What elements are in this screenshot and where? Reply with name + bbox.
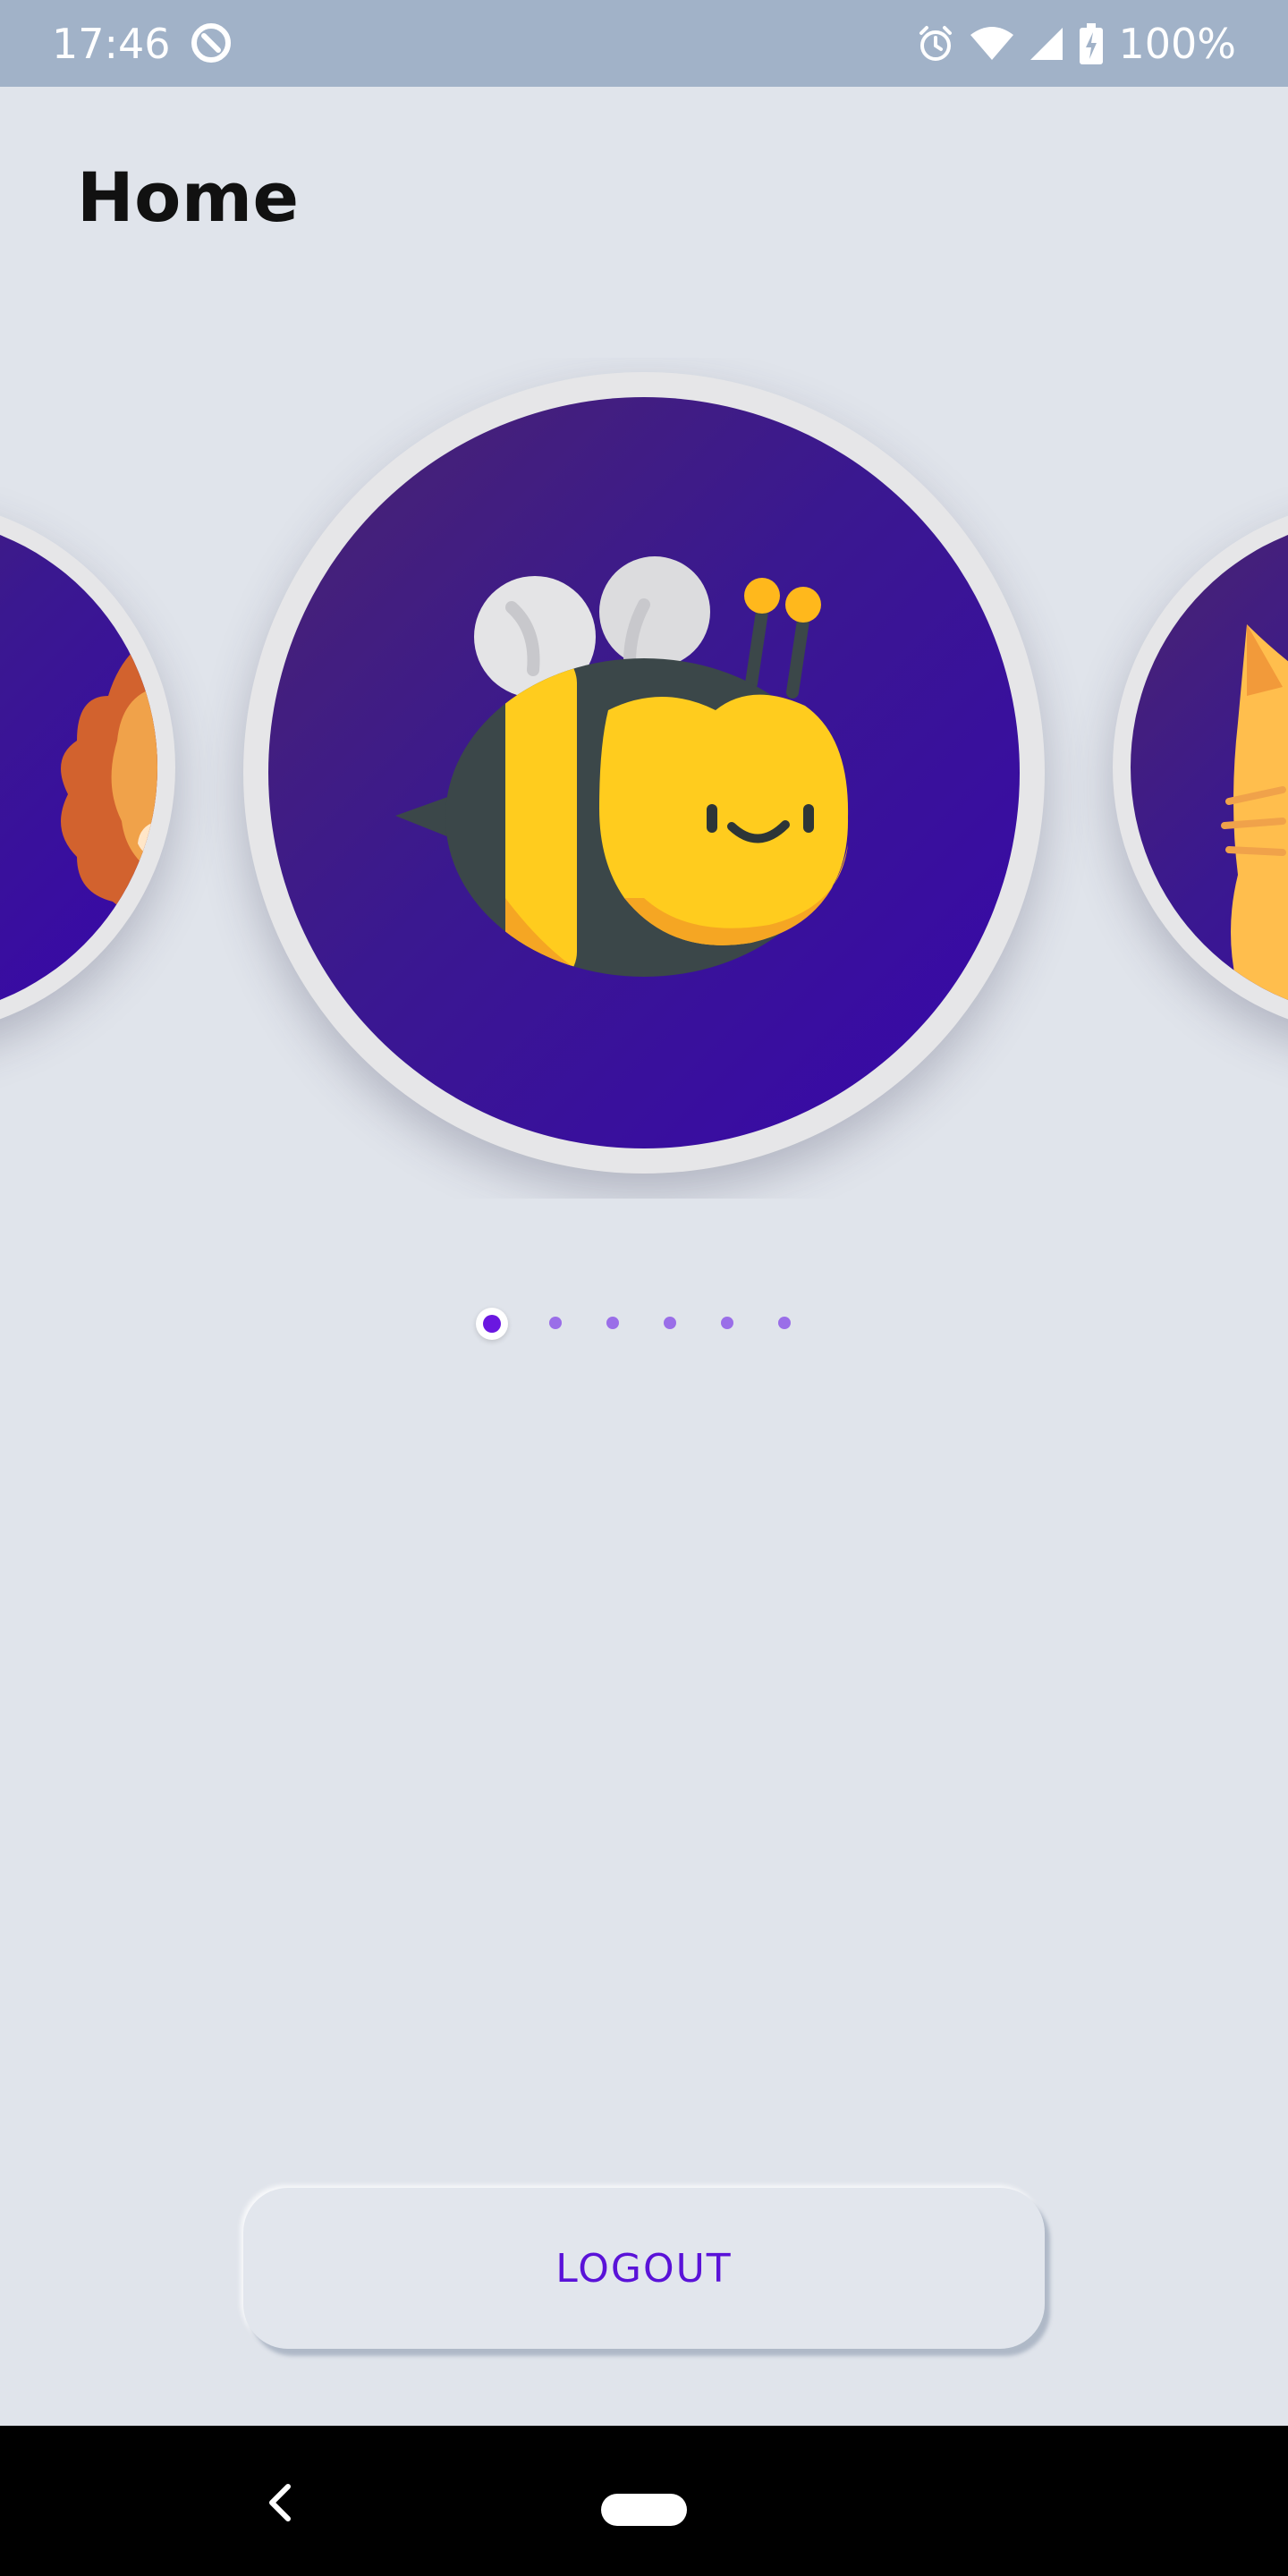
page-dot[interactable] bbox=[664, 1317, 676, 1329]
back-icon[interactable] bbox=[261, 2476, 297, 2529]
bee-icon bbox=[395, 556, 849, 977]
lion-icon bbox=[61, 633, 157, 937]
wifi-icon bbox=[970, 26, 1014, 62]
status-icons: 100% bbox=[916, 20, 1236, 68]
lion-avatar[interactable] bbox=[0, 499, 175, 1036]
page-title: Home bbox=[77, 157, 300, 237]
logout-button[interactable]: LOGOUT bbox=[243, 2188, 1045, 2349]
avatar-carousel[interactable] bbox=[0, 358, 1288, 1199]
battery-percent: 100% bbox=[1118, 20, 1236, 68]
page-dot[interactable] bbox=[549, 1317, 562, 1329]
status-bar: 17:46 100% bbox=[0, 0, 1288, 87]
cat-icon bbox=[1221, 624, 1288, 1018]
cell-signal-icon bbox=[1029, 26, 1064, 62]
carousel-page-indicator bbox=[476, 1304, 812, 1343]
page-dot[interactable] bbox=[778, 1317, 791, 1329]
page-dot[interactable] bbox=[721, 1317, 733, 1329]
status-time: 17:46 bbox=[52, 20, 171, 68]
logout-label: LOGOUT bbox=[555, 2245, 733, 2292]
page-dot[interactable] bbox=[606, 1317, 619, 1329]
cat-avatar[interactable] bbox=[1113, 499, 1288, 1036]
alarm-icon bbox=[916, 24, 955, 64]
battery-charging-icon bbox=[1079, 23, 1104, 64]
home-pill-icon[interactable] bbox=[601, 2494, 687, 2526]
bee-avatar[interactable] bbox=[243, 372, 1045, 1174]
page-dot-active[interactable] bbox=[476, 1308, 508, 1340]
app-notification-icon bbox=[190, 21, 233, 64]
navigation-bar bbox=[0, 2426, 1288, 2576]
